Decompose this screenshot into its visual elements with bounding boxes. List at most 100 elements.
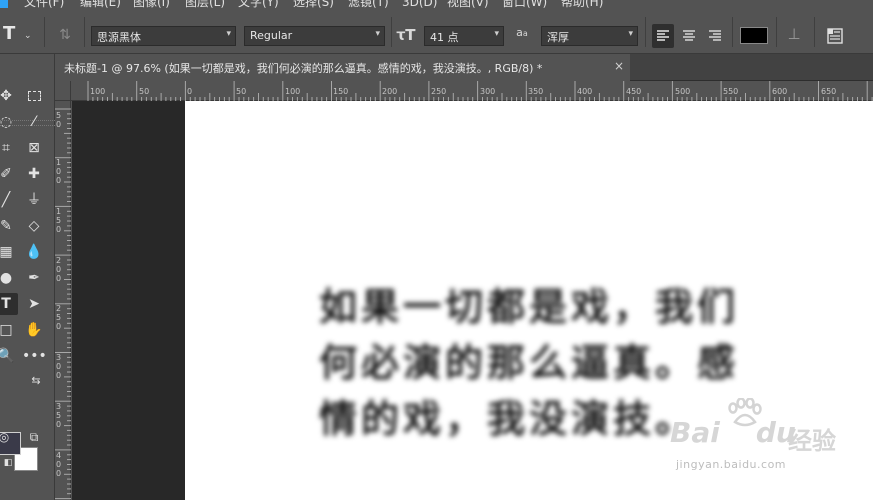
history-brush-tool-icon[interactable]: ✎ [0,215,18,237]
align-left-button[interactable] [652,24,674,48]
character-panel-button[interactable] [826,27,844,45]
menu-window[interactable]: 窗口(W) [502,0,547,9]
zoom-tool-icon[interactable]: 🔍 [0,345,18,367]
type-tool-icon[interactable]: T [0,293,18,315]
document-canvas[interactable]: 如果一切都是戏，我们 何必演的那么逼真。感 情的戏，我没演技。 Bai du 经验… [185,101,873,500]
quick-mask-icon[interactable]: ◎ [0,426,16,448]
document-tab[interactable]: 未标题-1 @ 97.6% (如果一切都是戏，我们何必演的那么逼真。感情的戏，我… [55,54,630,81]
ruler-label: 150 [333,87,349,96]
ruler-label: 400 [56,451,62,478]
blur-tool-icon[interactable]: 💧 [22,241,46,263]
crop-tool-icon[interactable]: ⌗ [0,137,18,159]
menu-help[interactable]: 帮助(H) [561,0,603,9]
ruler-label: 250 [431,87,447,96]
hand-tool-icon[interactable]: ✋ [22,319,46,341]
menu-type[interactable]: 文字(Y) [238,0,279,9]
ruler-label: 100 [285,87,301,96]
divider [391,17,392,47]
close-icon[interactable]: × [614,59,624,73]
pen-tool-icon[interactable]: ✒ [22,267,46,289]
font-size-dropdown[interactable]: 41 点 ▾ [424,26,504,46]
document-tab-bar: 未标题-1 @ 97.6% (如果一切都是戏，我们何必演的那么逼真。感情的戏，我… [55,54,873,81]
align-left-icon [657,30,669,41]
ruler-label: 550 [723,87,739,96]
chevron-down-icon: ▾ [628,29,633,39]
chevron-down-icon: ▾ [375,29,380,39]
ruler-label: 100 [90,87,106,96]
ruler-label: 400 [577,87,593,96]
menu-view[interactable]: 视图(V) [447,0,489,9]
ruler-origin[interactable] [55,81,71,101]
swap-colors-icon[interactable]: ⇆ [24,370,48,392]
ruler-label: 50 [56,111,62,129]
warp-text-icon[interactable]: ⊥ [784,26,804,42]
ruler-label: 350 [528,87,544,96]
clone-stamp-tool-icon[interactable]: ⏚ [22,189,46,211]
document-tab-title: 未标题-1 @ 97.6% (如果一切都是戏，我们何必演的那么逼真。感情的戏，我… [64,62,543,75]
ruler-label: 500 [675,87,691,96]
marquee-tool-icon[interactable] [22,85,46,107]
menu-select[interactable]: 选择(S) [293,0,334,9]
divider [84,17,85,47]
path-selection-tool-icon[interactable]: ➤ [22,293,46,315]
ruler-label: 100 [56,158,62,185]
lasso-tool-icon[interactable]: ◌ [0,111,18,133]
ruler-label: 300 [480,87,496,96]
chevron-down-icon: ▾ [226,29,231,39]
magic-wand-tool-icon[interactable]: ⁄ [22,111,46,133]
antialias-dropdown[interactable]: 浑厚 ▾ [541,26,638,46]
chevron-down-icon[interactable]: ⌄ [24,28,32,44]
menu-edit[interactable]: 编辑(E) [80,0,121,9]
ruler-label: 650 [821,87,837,96]
ruler-label: 0 [187,87,193,96]
ruler-label: 50 [139,87,150,96]
font-size-value: 41 点 [430,31,459,44]
ruler-label: 350 [56,402,62,429]
align-center-button[interactable] [678,24,700,48]
menu-image[interactable]: 图像(I) [133,0,170,9]
antialias-icon: aa [516,26,528,39]
gradient-tool-icon[interactable]: ▦ [0,241,18,263]
move-tool-icon[interactable]: ✥ [0,85,18,107]
canvas-text-line: 如果一切都是戏，我们 [319,285,740,329]
font-family-value: 思源黑体 [97,31,141,44]
eraser-tool-icon[interactable]: ◇ [22,215,46,237]
orientation-toggle-icon[interactable]: ⇅ [56,27,74,43]
ruler-label: 200 [382,87,398,96]
watermark-name: 经验 [788,427,836,455]
menu-file[interactable]: 文件(F) [24,0,64,9]
brush-tool-icon[interactable]: ╱ [0,189,18,211]
paw-icon [728,398,762,427]
more-tools-icon[interactable]: ••• [22,345,47,367]
font-family-dropdown[interactable]: 思源黑体 ▾ [91,26,236,46]
menu-filter[interactable]: 滤镜(T) [348,0,389,9]
horizontal-ruler[interactable]: 100 50 0 50 100 150 200 250 300 350 400 … [71,81,873,101]
frame-tool-icon[interactable]: ⊠ [22,137,46,159]
antialias-value: 浑厚 [547,31,569,44]
default-colors-icon[interactable]: ◧ [0,452,20,474]
watermark-url: jingyan.baidu.com [676,458,787,471]
photoshop-logo-icon [0,0,8,8]
type-tool-preset-icon[interactable]: T [3,25,15,43]
rectangle-tool-icon[interactable]: □ [0,319,18,341]
text-color-swatch[interactable] [740,27,768,44]
menu-bar: 文件(F) 编辑(E) 图像(I) 图层(L) 文字(Y) 选择(S) 滤镜(T… [0,0,873,10]
align-right-button[interactable] [704,24,726,48]
divider [732,17,733,47]
tools-panel: ✥ ◌ ⁄ ⌗ ⊠ ✐ ✚ ╱ ⏚ ✎ ◇ ▦ 💧 ● ✒ T ➤ □ ✋ 🔍 … [0,54,55,500]
ruler-label: 450 [626,87,642,96]
vertical-ruler[interactable]: 50 100 150 200 250 300 350 400 [55,101,71,500]
options-bar: T ⌄ ⇅ 思源黑体 ▾ Regular ▾ ꚍT 41 点 ▾ aa 浑厚 ▾ [0,10,873,54]
font-style-dropdown[interactable]: Regular ▾ [244,26,385,46]
healing-brush-tool-icon[interactable]: ✚ [22,163,46,185]
dodge-tool-icon[interactable]: ● [0,267,18,289]
ruler-label: 250 [56,304,62,331]
ruler-label: 300 [56,353,62,380]
screen-mode-icon[interactable]: ⧉ [22,426,46,448]
ruler-label: 150 [56,207,62,234]
menu-3d[interactable]: 3D(D) [402,0,437,9]
menu-layer[interactable]: 图层(L) [185,0,225,9]
photoshop-window: 文件(F) 编辑(E) 图像(I) 图层(L) 文字(Y) 选择(S) 滤镜(T… [0,0,873,500]
eyedropper-tool-icon[interactable]: ✐ [0,163,18,185]
ruler-label: 50 [236,87,247,96]
